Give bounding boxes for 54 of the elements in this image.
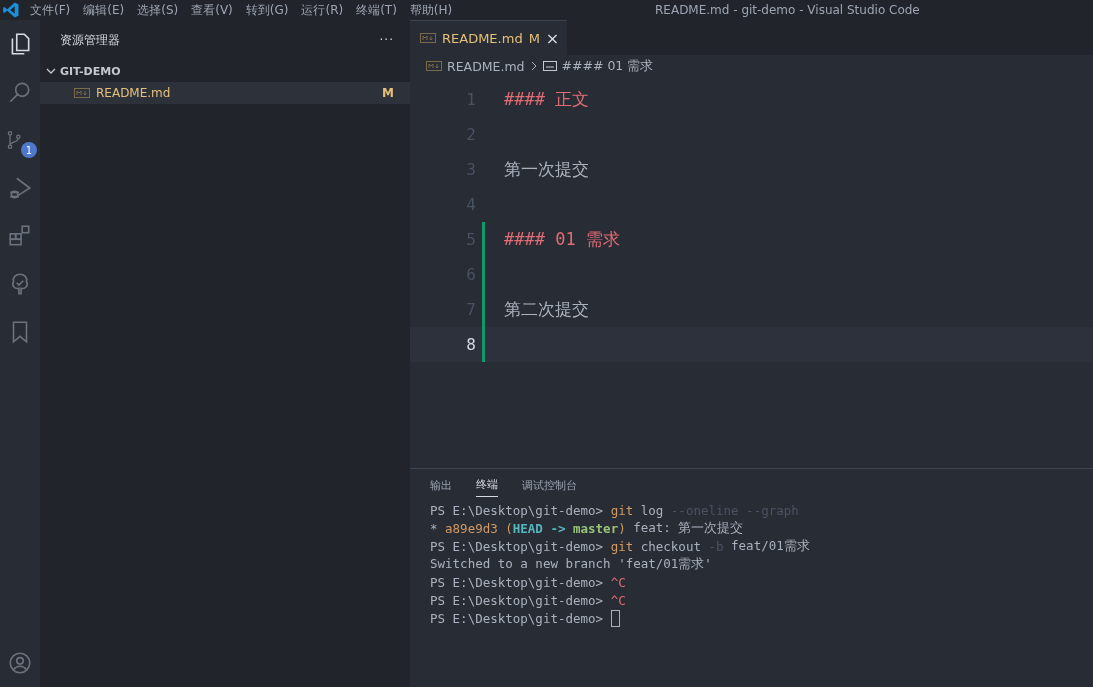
- code-line: 第一次提交: [504, 158, 589, 181]
- play-bug-icon[interactable]: [7, 175, 33, 201]
- account-icon[interactable]: [7, 650, 33, 676]
- text-symbol-icon: [542, 61, 557, 71]
- panel-tab[interactable]: 终端: [476, 473, 498, 497]
- terminal-text: a89e9d3 (: [445, 520, 513, 536]
- folder-item[interactable]: GIT-DEMO: [40, 60, 410, 82]
- terminal-text: PS E:\Desktop\git-demo>: [430, 610, 605, 626]
- menu-item[interactable]: 运行(R): [301, 1, 344, 19]
- terminal-text: PS E:\Desktop\git-demo>: [430, 538, 605, 554]
- file-item[interactable]: README.md M: [40, 82, 410, 104]
- menu-item[interactable]: 查看(V): [191, 1, 233, 19]
- vscode-logo-icon: [2, 1, 20, 19]
- code-line: #### 正文: [504, 88, 590, 111]
- window-title: README.md - git-demo - Visual Studio Code: [655, 3, 920, 17]
- terminal-text: PS E:\Desktop\git-demo>: [430, 502, 605, 518]
- code-line: #### 01 需求: [504, 228, 620, 251]
- terminal-text: git: [610, 538, 634, 554]
- terminal-text: checkout: [639, 538, 702, 554]
- editor-tab[interactable]: README.md M ×: [410, 20, 568, 55]
- markdown-icon: [426, 61, 442, 71]
- terminal-text: feat/01需求: [730, 537, 810, 555]
- terminal-text: PS E:\Desktop\git-demo>: [430, 592, 605, 608]
- terminal-text: git: [610, 502, 634, 518]
- sidebar-title: 资源管理器: [60, 31, 120, 49]
- panel-tab[interactable]: 调试控制台: [522, 473, 577, 497]
- code-line: 第二次提交: [504, 298, 589, 321]
- terminal-text: Switched to a new branch 'feat/01需求': [430, 555, 712, 573]
- more-button[interactable]: ···: [379, 33, 394, 47]
- panel-tab[interactable]: 输出: [430, 473, 452, 497]
- terminal-text: ^C: [610, 592, 626, 608]
- terminal-text: PS E:\Desktop\git-demo>: [430, 574, 605, 590]
- terminal-text: log: [639, 502, 665, 518]
- chevron-right-icon: [529, 61, 538, 71]
- breadcrumb-item[interactable]: README.md: [447, 58, 525, 74]
- terminal-text: master: [573, 520, 619, 536]
- chevron-icon: [46, 66, 56, 76]
- terminal-text: HEAD ->: [512, 520, 567, 536]
- terminal-text: ): [618, 520, 626, 536]
- close-button[interactable]: ×: [545, 28, 560, 48]
- menu-item[interactable]: 帮助(H): [409, 1, 453, 19]
- terminal-text: *: [430, 520, 439, 536]
- line-number: 8: [465, 335, 476, 354]
- breadcrumb-item[interactable]: #### 01 需求: [561, 57, 654, 75]
- markdown-icon: [74, 88, 90, 98]
- menu-item[interactable]: 文件(F): [30, 1, 71, 19]
- terminal-text: feat: 第一次提交: [632, 519, 744, 537]
- count-badge: 1: [21, 142, 37, 158]
- menu-item[interactable]: 终端(T): [356, 1, 397, 19]
- menu-item[interactable]: 选择(S): [137, 1, 179, 19]
- menu-item[interactable]: 转到(G): [245, 1, 289, 19]
- menu-item[interactable]: 编辑(E): [83, 1, 125, 19]
- terminal-text: ^C: [610, 574, 626, 590]
- markdown-icon: [420, 33, 436, 43]
